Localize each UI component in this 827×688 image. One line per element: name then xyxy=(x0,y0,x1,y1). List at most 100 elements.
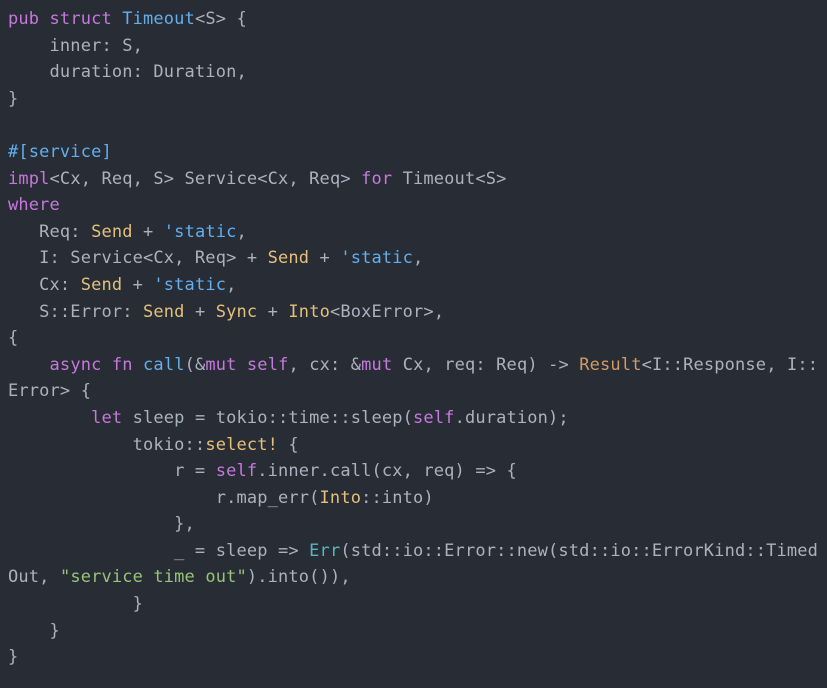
code-token: let xyxy=(91,408,122,428)
code-token: + xyxy=(133,222,164,242)
code-token: tokio:: xyxy=(8,435,205,455)
code-token: Send xyxy=(91,222,133,242)
code-token: inner: S, xyxy=(8,36,143,56)
code-line: S::Error: Send + Sync + Into<BoxError>, xyxy=(8,299,819,326)
code-token: Into xyxy=(288,302,330,322)
code-token: S::Error: xyxy=(8,302,143,322)
code-line: inner: S, xyxy=(8,33,819,60)
code-line: impl<Cx, Req, S> Service<Cx, Req> for Ti… xyxy=(8,166,819,193)
code-line: where xyxy=(8,192,819,219)
code-token: } xyxy=(8,89,18,109)
code-line: Req: Send + 'static, xyxy=(8,219,819,246)
code-token: r = xyxy=(8,461,216,481)
code-token: struct xyxy=(50,9,112,29)
code-token: sleep = tokio::time::sleep( xyxy=(122,408,413,428)
code-token: #[service] xyxy=(8,142,112,162)
code-token: ::into) xyxy=(361,488,434,508)
code-token: for xyxy=(361,169,392,189)
code-token: r.map_err( xyxy=(8,488,320,508)
code-token: Error> { xyxy=(8,381,91,401)
code-line: } xyxy=(8,591,819,618)
code-token: Err xyxy=(309,541,340,561)
code-token: I: Service<Cx, Req> + xyxy=(8,248,268,268)
code-token: Into xyxy=(320,488,362,508)
code-token: self xyxy=(247,355,289,375)
code-line: }, xyxy=(8,511,819,538)
code-token: Timeout xyxy=(122,9,195,29)
code-line: Out, "service time out").into()), xyxy=(8,564,819,591)
code-token: fn xyxy=(112,355,133,375)
code-token: self xyxy=(216,461,258,481)
code-token: mut xyxy=(361,355,392,375)
code-token: .duration); xyxy=(455,408,569,428)
page: { "palette": { "background": "#282c34", … xyxy=(0,0,827,688)
code-line: async fn call(&mut self, cx: &mut Cx, re… xyxy=(8,352,819,379)
code-block: pub struct Timeout<S> { inner: S, durati… xyxy=(0,0,827,671)
code-token: Timeout<S> xyxy=(392,169,506,189)
code-line: Cx: Send + 'static, xyxy=(8,272,819,299)
code-token: <S> { xyxy=(195,9,247,29)
code-token: where xyxy=(8,195,60,215)
code-token: Out, xyxy=(8,567,60,587)
code-token: { xyxy=(8,328,18,348)
code-token xyxy=(39,9,49,29)
code-line: _ = sleep => Err(std::io::Error::new(std… xyxy=(8,538,819,565)
code-line: tokio::select! { xyxy=(8,432,819,459)
code-token: select! xyxy=(205,435,278,455)
code-line: } xyxy=(8,86,819,113)
code-token: , xyxy=(226,275,236,295)
code-token: (& xyxy=(185,355,206,375)
code-token: 'static xyxy=(164,222,237,242)
code-token xyxy=(133,355,143,375)
code-token: , xyxy=(237,222,247,242)
code-token: mut xyxy=(205,355,236,375)
code-token: async xyxy=(50,355,102,375)
code-token: Cx: xyxy=(8,275,81,295)
code-snippet: pub struct Timeout<S> { inner: S, durati… xyxy=(0,0,827,688)
code-token: Send xyxy=(268,248,310,268)
code-line: r = self.inner.call(cx, req) => { xyxy=(8,458,819,485)
code-token: Req: xyxy=(8,222,91,242)
code-token: "service time out" xyxy=(60,567,247,587)
code-token: duration: Duration, xyxy=(8,62,247,82)
code-token: + xyxy=(122,275,153,295)
code-token: } xyxy=(8,621,60,641)
code-token: }, xyxy=(8,514,195,534)
code-token: <BoxError>, xyxy=(330,302,444,322)
code-line: pub struct Timeout<S> { xyxy=(8,6,819,33)
code-token: self xyxy=(413,408,455,428)
code-token: } xyxy=(8,594,143,614)
code-token: Cx, req: Req) -> xyxy=(392,355,579,375)
code-token: ).into()), xyxy=(247,567,351,587)
code-token: <I::Response, I:: xyxy=(642,355,819,375)
code-token: Send xyxy=(81,275,123,295)
code-line: } xyxy=(8,644,819,671)
code-line: Error> { xyxy=(8,378,819,405)
code-token: 'static xyxy=(153,275,226,295)
code-line: } xyxy=(8,618,819,645)
code-token: Sync xyxy=(216,302,258,322)
code-token: .inner.call(cx, req) => { xyxy=(257,461,517,481)
code-line: { xyxy=(8,325,819,352)
code-token: , xyxy=(413,248,423,268)
code-token: <Cx, Req, S> Service<Cx, Req> xyxy=(50,169,362,189)
code-token xyxy=(112,9,122,29)
code-token: + xyxy=(185,302,216,322)
code-token: 'static xyxy=(340,248,413,268)
code-token: Send xyxy=(143,302,185,322)
code-line: let sleep = tokio::time::sleep(self.dura… xyxy=(8,405,819,432)
code-token: impl xyxy=(8,169,50,189)
code-token xyxy=(237,355,247,375)
code-token: Result xyxy=(579,355,641,375)
code-token: + xyxy=(309,248,340,268)
code-token: , cx: & xyxy=(288,355,361,375)
code-token xyxy=(8,355,50,375)
code-token: call xyxy=(143,355,185,375)
code-line: duration: Duration, xyxy=(8,59,819,86)
code-token: { xyxy=(278,435,299,455)
code-token xyxy=(101,355,111,375)
code-token: (std::io::Error::new(std::io::ErrorKind:… xyxy=(340,541,818,561)
code-line: #[service] xyxy=(8,139,819,166)
code-token: _ = sleep => xyxy=(8,541,309,561)
code-line: I: Service<Cx, Req> + Send + 'static, xyxy=(8,245,819,272)
